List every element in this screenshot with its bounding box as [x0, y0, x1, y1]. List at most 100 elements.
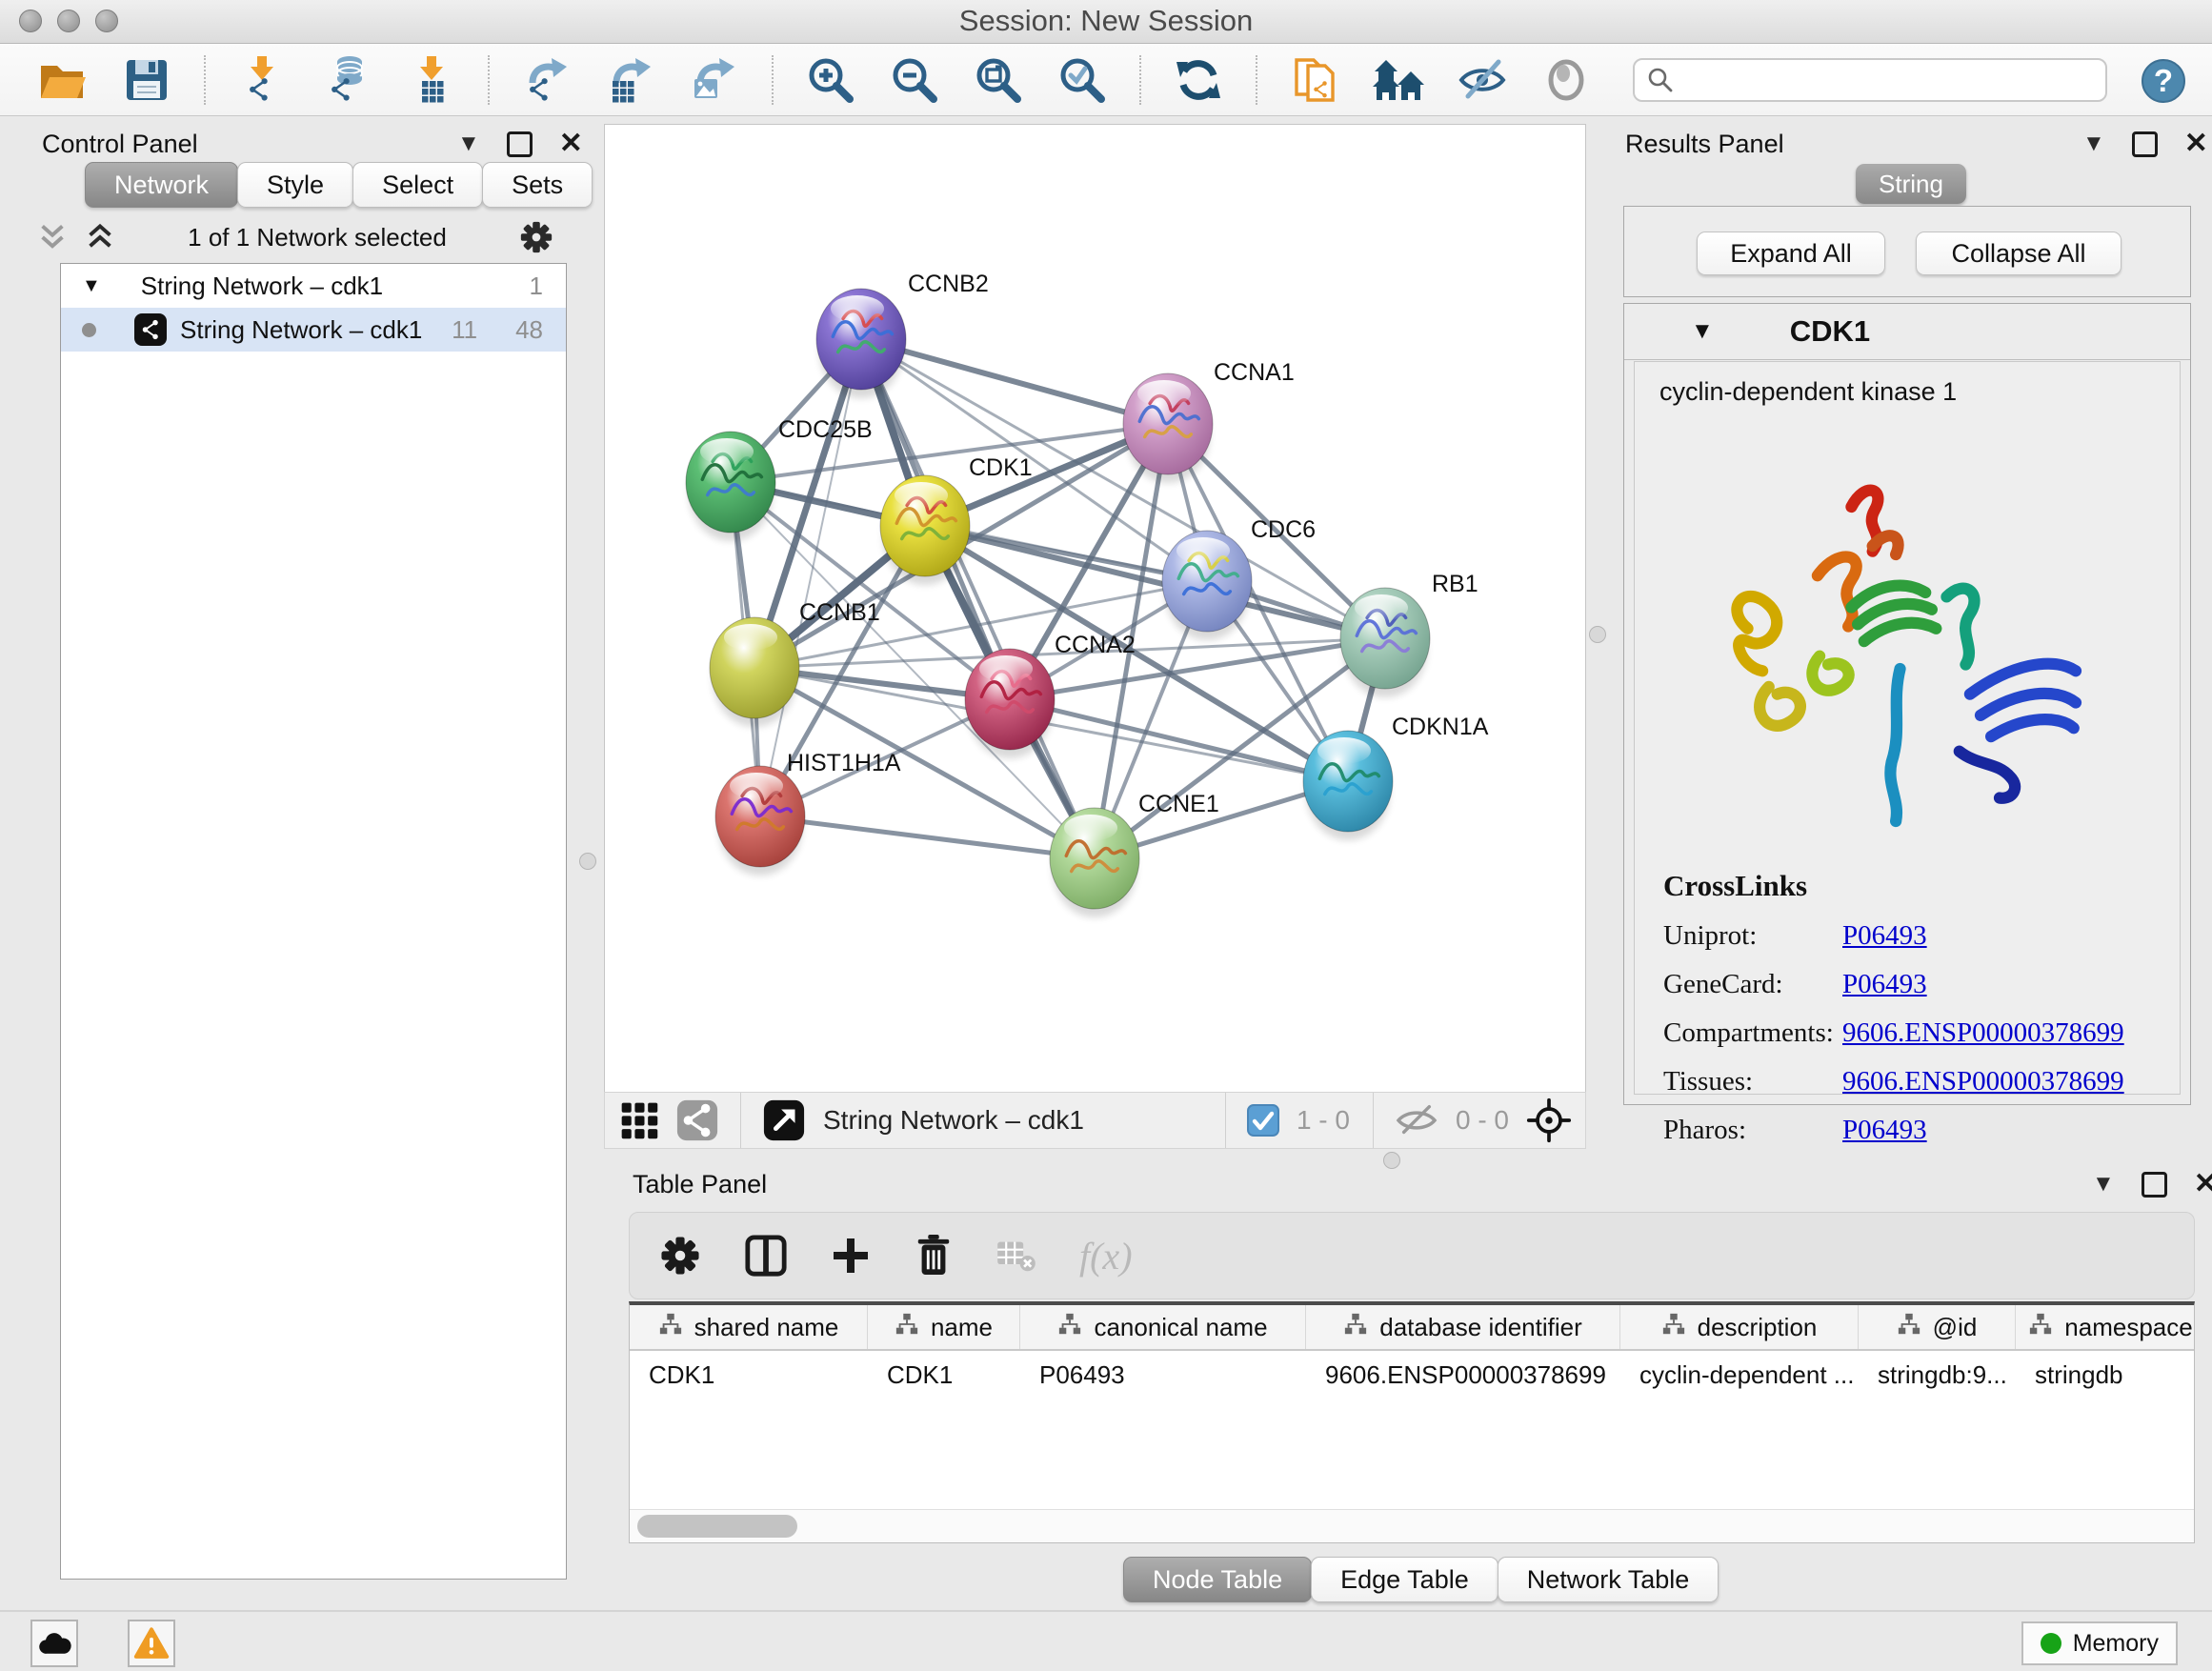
- column-header-description[interactable]: description: [1620, 1305, 1859, 1349]
- close-panel-icon[interactable]: ✕: [2184, 130, 2208, 158]
- tab-sets[interactable]: Sets: [482, 162, 593, 208]
- crosslink-link[interactable]: P06493: [1842, 969, 1927, 1000]
- left-splitter-handle[interactable]: [579, 853, 596, 870]
- cloud-button[interactable]: [30, 1620, 78, 1667]
- node-HIST1H1A[interactable]: [715, 766, 805, 876]
- network-canvas[interactable]: CCNB2CCNA1CDC25BCDK1CDC6RB1CCNB1CCNA2HIS…: [605, 125, 1585, 1092]
- table-settings-gear-icon[interactable]: [658, 1234, 702, 1278]
- export-image-icon[interactable]: [688, 53, 741, 107]
- crosslink-link[interactable]: P06493: [1842, 1115, 1927, 1146]
- cell-name[interactable]: CDK1: [868, 1351, 1020, 1399]
- edge-HIST1H1A-CCNE1[interactable]: [760, 816, 1095, 858]
- network-options-gear-icon[interactable]: [518, 219, 554, 255]
- network-collection-row[interactable]: ▼ String Network – cdk1 1: [61, 264, 566, 308]
- node-RB1[interactable]: [1340, 588, 1430, 697]
- zoom-fit-icon[interactable]: [972, 53, 1025, 107]
- collapse-all-icon[interactable]: [36, 223, 69, 252]
- import-network-file-icon[interactable]: [236, 53, 290, 107]
- tab-network[interactable]: Network: [85, 162, 238, 208]
- collapse-panel-icon[interactable]: ▼: [457, 132, 480, 155]
- expand-all-icon[interactable]: [84, 223, 116, 252]
- tab-node-table[interactable]: Node Table: [1123, 1557, 1312, 1602]
- hscrollbar-thumb[interactable]: [637, 1515, 797, 1538]
- tab-edge-table[interactable]: Edge Table: [1311, 1557, 1498, 1602]
- network-row-selected[interactable]: String Network – cdk1 11 48: [61, 308, 566, 352]
- collapse-panel-icon[interactable]: ▼: [2092, 1173, 2115, 1196]
- float-panel-icon[interactable]: [2132, 131, 2158, 157]
- edge-CCNB2-HIST1H1A[interactable]: [760, 339, 861, 816]
- column-header-canonicalname[interactable]: canonical name: [1020, 1305, 1306, 1349]
- node-CCNA2[interactable]: [965, 649, 1055, 758]
- column-header-namespace[interactable]: namespace: [2016, 1305, 2195, 1349]
- float-panel-icon[interactable]: [507, 131, 533, 157]
- crosslink-link[interactable]: 9606.ENSP00000378699: [1842, 1017, 2124, 1049]
- collapse-all-button[interactable]: Collapse All: [1916, 232, 2122, 275]
- add-column-icon[interactable]: [830, 1235, 872, 1277]
- zoom-selected-icon[interactable]: [1056, 53, 1109, 107]
- string-view-icon[interactable]: [675, 1098, 719, 1142]
- warning-button[interactable]: [128, 1620, 175, 1667]
- show-columns-icon[interactable]: [744, 1234, 788, 1278]
- cell-canonicalname[interactable]: P06493: [1020, 1351, 1306, 1399]
- share-document-icon[interactable]: [1288, 53, 1341, 107]
- cell-description[interactable]: cyclin-dependent ...: [1620, 1351, 1859, 1399]
- zoom-out-icon[interactable]: [888, 53, 941, 107]
- tab-string[interactable]: String: [1856, 164, 1966, 204]
- collapse-panel-icon[interactable]: ▼: [2082, 132, 2105, 155]
- open-in-new-icon[interactable]: [762, 1098, 806, 1142]
- column-header-id[interactable]: @id: [1859, 1305, 2016, 1349]
- export-table-icon[interactable]: [604, 53, 657, 107]
- close-panel-icon[interactable]: ✕: [2194, 1170, 2212, 1198]
- export-network-icon[interactable]: [520, 53, 573, 107]
- node-CCNB2[interactable]: [816, 289, 906, 398]
- tab-select[interactable]: Select: [352, 162, 483, 208]
- crosslink-row: Tissues:9606.ENSP00000378699: [1663, 1066, 2124, 1097]
- collection-expander-icon[interactable]: ▼: [82, 275, 101, 297]
- search-input[interactable]: [1682, 65, 2094, 96]
- table-header-row: shared namenamecanonical namedatabase id…: [630, 1305, 2194, 1351]
- cell-databaseidentifier[interactable]: 9606.ENSP00000378699: [1306, 1351, 1620, 1399]
- cdk1-section-header[interactable]: ▼ CDK1: [1624, 304, 2190, 360]
- open-session-icon[interactable]: [36, 53, 90, 107]
- edge-CCNB2-CCNA1[interactable]: [861, 339, 1168, 424]
- bottom-splitter-handle[interactable]: [1383, 1152, 1400, 1169]
- import-network-database-icon[interactable]: [320, 53, 373, 107]
- node-CCNB1[interactable]: [710, 617, 799, 727]
- crosslink-link[interactable]: P06493: [1842, 920, 1927, 952]
- right-splitter-handle[interactable]: [1589, 626, 1606, 643]
- tab-network-table[interactable]: Network Table: [1498, 1557, 1719, 1602]
- refresh-view-icon[interactable]: [1172, 53, 1225, 107]
- hide-selected-icon[interactable]: [1456, 53, 1509, 107]
- selected-checkbox[interactable]: [1247, 1104, 1279, 1137]
- node-CDK1[interactable]: [880, 475, 970, 585]
- node-CDC25B[interactable]: [686, 432, 775, 541]
- birdseye-crosshair-icon[interactable]: [1526, 1097, 1572, 1143]
- grid-view-icon[interactable]: [618, 1099, 660, 1141]
- close-panel-icon[interactable]: ✕: [559, 130, 583, 158]
- zoom-in-icon[interactable]: [804, 53, 857, 107]
- float-panel-icon[interactable]: [2142, 1172, 2167, 1198]
- delete-column-icon[interactable]: [914, 1233, 954, 1278]
- node-CDC6[interactable]: [1162, 531, 1252, 640]
- cell-id[interactable]: stringdb:9...: [1859, 1351, 2016, 1399]
- cell-sharedname[interactable]: CDK1: [630, 1351, 868, 1399]
- expand-all-button[interactable]: Expand All: [1697, 232, 1885, 275]
- show-all-icon[interactable]: [1539, 53, 1593, 107]
- import-table-file-icon[interactable]: [404, 53, 457, 107]
- help-button[interactable]: ?: [2142, 59, 2185, 103]
- cell-namespace[interactable]: stringdb: [2016, 1351, 2195, 1399]
- memory-button[interactable]: Memory: [2021, 1621, 2178, 1665]
- node-CDKN1A[interactable]: [1303, 731, 1393, 840]
- crosslink-link[interactable]: 9606.ENSP00000378699: [1842, 1066, 2124, 1097]
- column-header-databaseidentifier[interactable]: database identifier: [1306, 1305, 1620, 1349]
- section-expander-icon[interactable]: ▼: [1691, 318, 1714, 345]
- node-CCNE1[interactable]: [1050, 808, 1139, 917]
- column-header-sharedname[interactable]: shared name: [630, 1305, 868, 1349]
- save-session-icon[interactable]: [120, 53, 173, 107]
- node-CCNA1[interactable]: [1123, 373, 1213, 483]
- edge-CCNB2-CCNE1[interactable]: [861, 339, 1095, 858]
- column-header-name[interactable]: name: [868, 1305, 1020, 1349]
- tab-style[interactable]: Style: [237, 162, 353, 208]
- string-home-icon[interactable]: [1372, 53, 1425, 107]
- table-row[interactable]: CDK1CDK1P064939606.ENSP00000378699cyclin…: [630, 1351, 2194, 1399]
